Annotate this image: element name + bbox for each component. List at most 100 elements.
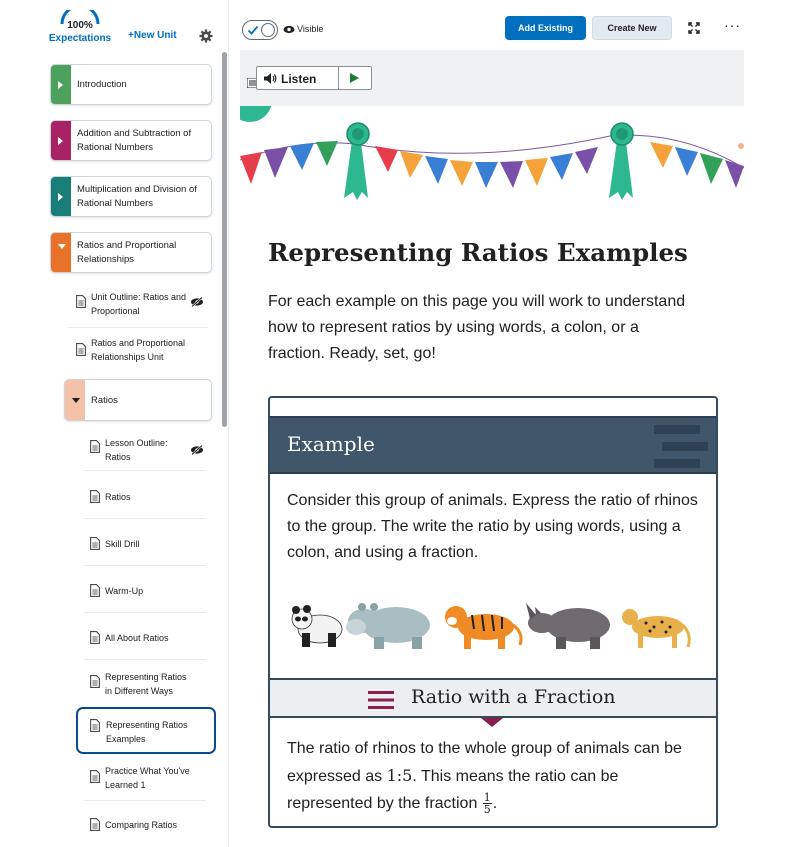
add-existing-button[interactable]: Add Existing — [505, 16, 586, 40]
ratio-fraction: 15 — [482, 792, 492, 817]
sidebar: 100% Expectations +New Unit Introduction… — [0, 0, 229, 847]
topic-title: Unit Outline: Ratios and Proportional Re… — [91, 292, 187, 316]
unit-color-bar — [51, 233, 71, 272]
eye-icon — [283, 25, 295, 34]
unit-title: Multiplication and Division of Rational … — [77, 184, 197, 209]
example-prompt: Consider this group of animals. Express … — [287, 492, 698, 561]
main-content: Visible Add Existing Create New ··· List — [230, 0, 788, 847]
subunit-title: Ratios — [91, 395, 118, 406]
expand-arrow-icon[interactable] — [58, 137, 63, 145]
lesson-outline[interactable]: Lesson Outline: Ratios — [84, 427, 206, 471]
speaker-icon — [264, 73, 277, 84]
document-icon — [76, 295, 86, 308]
unit-title: Addition and Subtraction of Rational Num… — [77, 128, 192, 153]
hippo-image — [346, 603, 430, 649]
lesson-title: Lesson Outline: Ratios — [105, 438, 168, 462]
decorative-bar — [654, 459, 700, 468]
page-title: Representing Ratios Examples — [268, 238, 688, 267]
more-options-button[interactable]: ··· — [724, 18, 740, 36]
answer-text-3: . — [492, 795, 498, 812]
document-icon — [90, 719, 100, 732]
document-icon — [90, 631, 100, 644]
visibility-toggle[interactable] — [242, 20, 278, 40]
fullscreen-icon[interactable] — [688, 22, 700, 34]
decorative-bar — [654, 425, 700, 434]
gear-icon[interactable] — [199, 29, 213, 43]
lesson-title: All About Ratios — [105, 633, 169, 643]
document-icon — [90, 770, 100, 783]
unit-card-addition-subtraction[interactable]: Addition and Subtraction of Rational Num… — [50, 120, 212, 161]
unit-card-multiplication-division[interactable]: Multiplication and Division of Rational … — [50, 176, 212, 217]
ratio-section-title: Ratio with a Fraction — [411, 686, 616, 708]
topic-unit-outline[interactable]: Unit Outline: Ratios and Proportional Re… — [68, 282, 208, 328]
toggle-knob — [261, 23, 275, 37]
document-icon — [76, 343, 86, 356]
section-notch — [481, 718, 503, 727]
lesson-representing-ratios-examples[interactable]: Representing Ratios Examples — [76, 707, 216, 754]
lesson-comparing-ratios[interactable]: Comparing Ratios — [84, 803, 206, 845]
lesson-all-about-ratios[interactable]: All About Ratios — [84, 615, 206, 660]
document-icon — [90, 675, 100, 688]
menu-lines-icon — [368, 691, 394, 709]
expectations-label: Expectations — [48, 33, 112, 44]
example-answer: The ratio of rhinos to the whole group o… — [287, 735, 707, 817]
expectations-percent: 100% — [67, 20, 93, 31]
tiger-image — [445, 606, 523, 649]
lesson-warm-up[interactable]: Warm-Up — [84, 568, 206, 613]
lesson-title: Representing Ratios Examples — [106, 720, 188, 744]
example-panel: Example Consider this group of animals. … — [268, 396, 718, 828]
collapse-arrow-icon[interactable] — [72, 398, 80, 403]
content-toolbar: Visible Add Existing Create New ··· — [230, 0, 788, 56]
lesson-title: Representing Ratios in Different Ways — [105, 672, 187, 696]
read-aloud-bar: Listen — [240, 50, 744, 106]
lesson-skill-drill[interactable]: Skill Drill — [84, 521, 206, 566]
lesson-ratios[interactable]: Ratios — [84, 474, 206, 519]
unit-title: Ratios and Proportional Relationships — [77, 240, 177, 265]
unit-card-ratios-proportional[interactable]: Ratios and Proportional Relationships — [50, 232, 212, 273]
lesson-title: Practice What You've Learned 1 — [105, 766, 190, 790]
decorative-bar — [662, 442, 708, 451]
sidebar-scrollbar[interactable] — [222, 52, 227, 427]
expand-arrow-icon[interactable] — [58, 81, 63, 89]
collapse-arrow-icon[interactable] — [58, 244, 66, 249]
lesson-title: Ratios — [105, 492, 131, 502]
topic-title: Ratios and Proportional Relationships Un… — [91, 338, 186, 362]
unit-card-introduction[interactable]: Introduction — [50, 64, 212, 105]
hidden-eye-icon — [191, 445, 203, 455]
listen-button[interactable]: Listen — [256, 66, 372, 90]
intro-paragraph: For each example on this page you will w… — [268, 293, 686, 362]
lesson-title: Comparing Ratios — [105, 820, 178, 830]
document-icon — [90, 440, 100, 453]
expectations-button[interactable]: 100% Expectations — [48, 10, 112, 46]
play-icon[interactable] — [350, 73, 359, 83]
unit-title: Introduction — [77, 79, 127, 90]
lesson-practice[interactable]: Practice What You've Learned 1 — [84, 756, 206, 801]
ratio-colon-math: 1:5 — [386, 766, 413, 785]
rhino-image — [526, 603, 610, 649]
listen-divider — [338, 67, 339, 89]
lesson-title: Skill Drill — [105, 539, 140, 549]
document-icon — [90, 490, 100, 503]
bunting-banner-image — [240, 106, 744, 200]
example-heading: Example — [287, 432, 375, 456]
fraction-denominator: 5 — [483, 803, 491, 817]
expand-arrow-icon[interactable] — [58, 193, 63, 201]
hidden-eye-icon — [191, 297, 203, 307]
subunit-card-ratios[interactable]: Ratios — [64, 379, 212, 421]
visibility-label: Visible — [297, 24, 324, 34]
checkmark-icon — [247, 25, 259, 35]
lesson-title: Warm-Up — [105, 586, 144, 596]
animals-illustration — [291, 603, 691, 649]
document-icon — [90, 818, 100, 831]
sidebar-header: 100% Expectations +New Unit — [0, 0, 229, 50]
topic-unit-introduction[interactable]: Ratios and Proportional Relationships Un… — [68, 330, 208, 376]
lesson-representing-ratios-ways[interactable]: Representing Ratios in Different Ways — [84, 662, 206, 706]
document-icon — [90, 537, 100, 550]
new-unit-button[interactable]: +New Unit — [128, 30, 177, 41]
example-header: Example — [270, 416, 716, 474]
document-icon — [90, 584, 100, 597]
panda-image — [291, 605, 343, 647]
listen-label: Listen — [281, 72, 317, 86]
create-new-button[interactable]: Create New — [592, 16, 672, 40]
ratio-section-header: Ratio with a Fraction — [270, 678, 716, 718]
